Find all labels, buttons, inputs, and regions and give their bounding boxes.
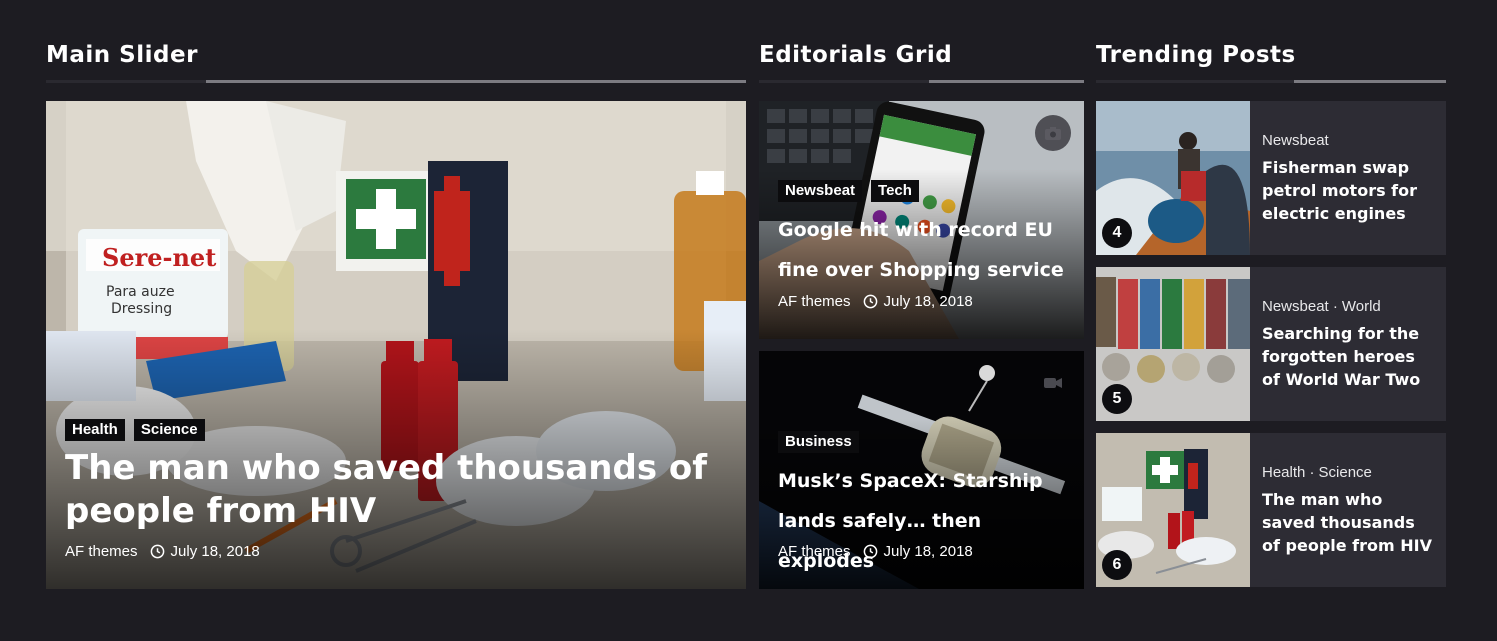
title-underline: [1294, 80, 1446, 83]
rank-badge: 4: [1102, 218, 1132, 248]
date-text: July 18, 2018: [883, 543, 973, 560]
post-categories: Newsbeat · World: [1262, 298, 1434, 315]
main-slide[interactable]: Sere-net Para auze Dressing Health Scien…: [46, 101, 746, 589]
post-date: July 18, 2018: [150, 543, 260, 560]
post-title[interactable]: The man who saved thousands of people fr…: [1262, 488, 1434, 557]
post-title[interactable]: Google hit with record EU fine over Shop…: [778, 210, 1068, 290]
video-icon: [1035, 365, 1071, 401]
category-link[interactable]: Newsbeat: [1262, 132, 1329, 149]
post-title[interactable]: Searching for the forgotten heroes of Wo…: [1262, 322, 1434, 391]
post-meta: AF themes July 18, 2018: [778, 293, 973, 310]
section-title: Trending Posts: [1096, 42, 1296, 68]
post-thumbnail[interactable]: 5: [1096, 267, 1250, 421]
rank-badge: 6: [1102, 550, 1132, 580]
author-link[interactable]: AF themes: [778, 543, 851, 560]
trending-item[interactable]: 4 Newsbeat Fisherman swap petrol motors …: [1096, 101, 1446, 255]
category-tag[interactable]: Tech: [871, 180, 919, 202]
title-underline: [206, 80, 746, 83]
post-categories: Health · Science: [1262, 464, 1434, 481]
category-tags: Business: [778, 431, 859, 453]
trending-posts-section: Trending Posts 4 Newsbeat Fisherman swap…: [1096, 38, 1446, 587]
post-title[interactable]: Musk’s SpaceX: Starship lands safely… th…: [778, 461, 1068, 581]
post-thumbnail[interactable]: 4: [1096, 101, 1250, 255]
rank-badge: 5: [1102, 384, 1132, 414]
category-link[interactable]: World: [1342, 298, 1381, 315]
category-tags: Health Science: [65, 419, 205, 441]
author-link[interactable]: AF themes: [65, 543, 138, 560]
category-link[interactable]: Health ·: [1262, 464, 1315, 481]
category-tag[interactable]: Newsbeat: [778, 180, 863, 202]
date-text: July 18, 2018: [170, 543, 260, 560]
category-link[interactable]: Science: [1319, 464, 1372, 481]
clock-icon: [863, 294, 877, 309]
post-categories: Newsbeat: [1262, 132, 1434, 149]
section-title: Editorials Grid: [759, 42, 953, 68]
post-date: July 18, 2018: [863, 293, 973, 310]
camera-icon: [1035, 115, 1071, 151]
trending-item[interactable]: 6 Health · Science The man who saved tho…: [1096, 433, 1446, 587]
post-meta: AF themes July 18, 2018: [65, 543, 260, 560]
svg-text:Dressing: Dressing: [111, 301, 172, 317]
post-title[interactable]: The man who saved thousands of people fr…: [65, 447, 725, 533]
clock-icon: [863, 544, 877, 559]
author-link[interactable]: AF themes: [778, 293, 851, 310]
category-tag[interactable]: Business: [778, 431, 859, 453]
title-divider: [46, 80, 206, 83]
post-thumbnail[interactable]: 6: [1096, 433, 1250, 587]
title-divider: [759, 80, 929, 83]
post-meta: AF themes July 18, 2018: [778, 543, 973, 560]
trending-item[interactable]: 5 Newsbeat · World Searching for the for…: [1096, 267, 1446, 421]
svg-text:Para auze: Para auze: [106, 284, 175, 300]
category-tag[interactable]: Health: [65, 419, 125, 441]
title-divider: [1096, 80, 1294, 83]
editorial-card[interactable]: Business Musk’s SpaceX: Starship lands s…: [759, 351, 1084, 589]
category-link[interactable]: Newsbeat ·: [1262, 298, 1338, 315]
svg-text:Sere-net: Sere-net: [102, 243, 216, 272]
editorials-grid-section: Editorials Grid Newsbeat Tech Google hit…: [759, 38, 1084, 589]
editorial-card[interactable]: Newsbeat Tech Google hit with record EU …: [759, 101, 1084, 339]
category-tag[interactable]: Science: [133, 419, 205, 441]
category-tags: Newsbeat Tech: [778, 180, 919, 202]
main-slider-section: Main Slider Sere-net Para auze Dressing: [46, 38, 746, 589]
date-text: July 18, 2018: [883, 293, 973, 310]
title-underline: [929, 80, 1084, 83]
clock-icon: [150, 544, 164, 559]
post-title[interactable]: Fisherman swap petrol motors for electri…: [1262, 156, 1434, 225]
section-title: Main Slider: [46, 42, 198, 68]
post-date: July 18, 2018: [863, 543, 973, 560]
